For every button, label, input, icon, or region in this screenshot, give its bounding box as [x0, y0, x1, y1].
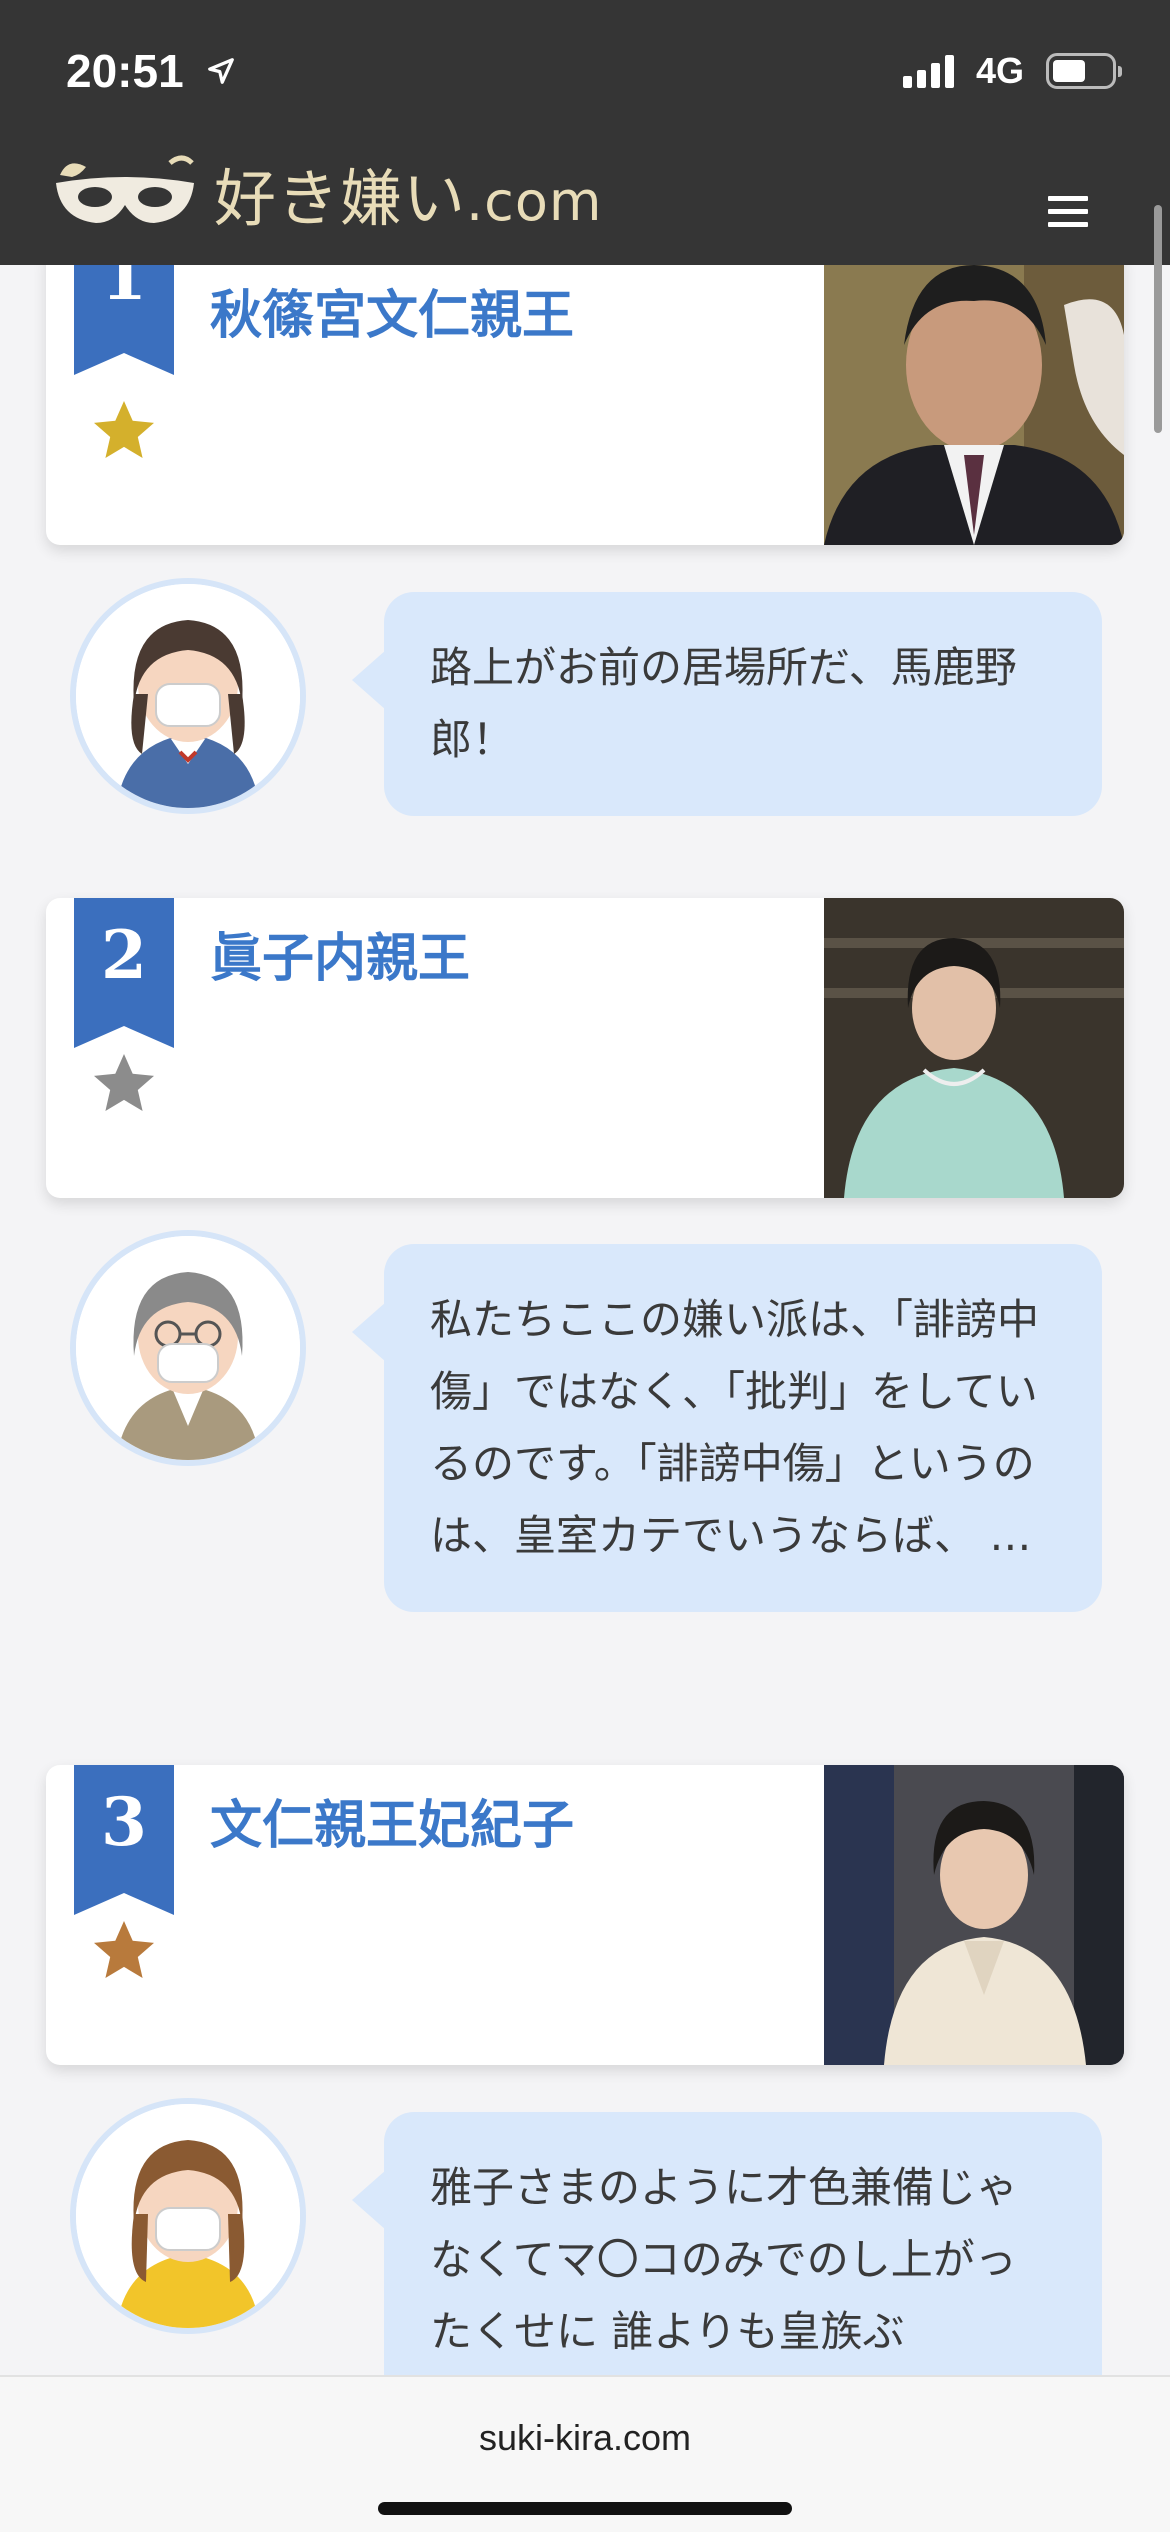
person-name[interactable]: 文仁親王妃紀子 — [210, 1783, 574, 1858]
app-header: 20:51 4G 好き嫌い.com — [0, 0, 1170, 265]
ranking-card[interactable]: 2 眞子内親王 — [46, 898, 1124, 1198]
mask-logo-icon — [56, 155, 194, 223]
comment-text: 雅子さまのように才色兼備じゃなくてマ〇コのみでのし上がったくせに 誰よりも皇族ぶ — [430, 2163, 1019, 2356]
rank-number: 3 — [101, 1783, 147, 1861]
person-photo[interactable] — [824, 1765, 1124, 2065]
star-bronze-icon — [94, 1921, 154, 1978]
comment-bubble[interactable]: 雅子さまのように才色兼備じゃなくてマ〇コのみでのし上がったくせに 誰よりも皇族ぶ — [352, 2112, 1102, 2408]
comment-item: 私たちここの嫌い派は、「誹謗中傷」ではなく、「批判」をしているのです。「誹謗中傷… — [46, 1230, 1124, 1680]
user-avatar — [70, 2098, 306, 2334]
star-gold-icon — [94, 401, 154, 458]
user-avatar — [70, 578, 306, 814]
comment-item: 雅子さまのように才色兼備じゃなくてマ〇コのみでのし上がったくせに 誰よりも皇族ぶ — [46, 2098, 1124, 2408]
comment-bubble[interactable]: 私たちここの嫌い派は、「誹謗中傷」ではなく、「批判」をしているのです。「誹謗中傷… — [352, 1244, 1102, 1612]
url-text[interactable]: suki-kira.com — [0, 2417, 1170, 2459]
comment-text: 私たちここの嫌い派は、「誹謗中傷」ではなく、「批判」をしているのです。「誹謗中傷… — [430, 1295, 1040, 1560]
hamburger-menu-icon[interactable] — [1048, 196, 1088, 228]
home-indicator[interactable] — [378, 2502, 792, 2515]
comment-item: 路上がお前の居場所だ、馬鹿野郎！ — [46, 578, 1124, 828]
location-arrow-icon — [208, 58, 234, 84]
logo-title: 好き嫌い.com — [214, 162, 603, 235]
person-name[interactable]: 眞子内親王 — [210, 916, 470, 991]
status-time: 20:51 — [66, 45, 184, 97]
person-photo[interactable] — [824, 245, 1124, 545]
person-name[interactable]: 秋篠宮文仁親王 — [210, 273, 574, 348]
ranking-card[interactable]: 3 文仁親王妃紀子 — [46, 1765, 1124, 2065]
browser-address-bar[interactable]: suki-kira.com — [0, 2375, 1170, 2532]
status-indicators: 4G — [902, 50, 1122, 92]
person-photo[interactable] — [824, 898, 1124, 1198]
signal-icon — [902, 54, 954, 88]
scrollbar[interactable] — [1154, 205, 1162, 433]
battery-icon — [1046, 53, 1122, 89]
site-logo[interactable]: 好き嫌い.com — [50, 148, 603, 238]
network-type: 4G — [975, 50, 1024, 91]
ranking-card[interactable]: 1 秋篠宮文仁親王 — [46, 245, 1124, 545]
star-silver-icon — [94, 1054, 154, 1111]
comment-bubble[interactable]: 路上がお前の居場所だ、馬鹿野郎！ — [352, 592, 1102, 816]
user-avatar — [70, 1230, 306, 1466]
comment-text: 路上がお前の居場所だ、馬鹿野郎！ — [430, 643, 1017, 764]
rank-number: 2 — [101, 916, 147, 994]
